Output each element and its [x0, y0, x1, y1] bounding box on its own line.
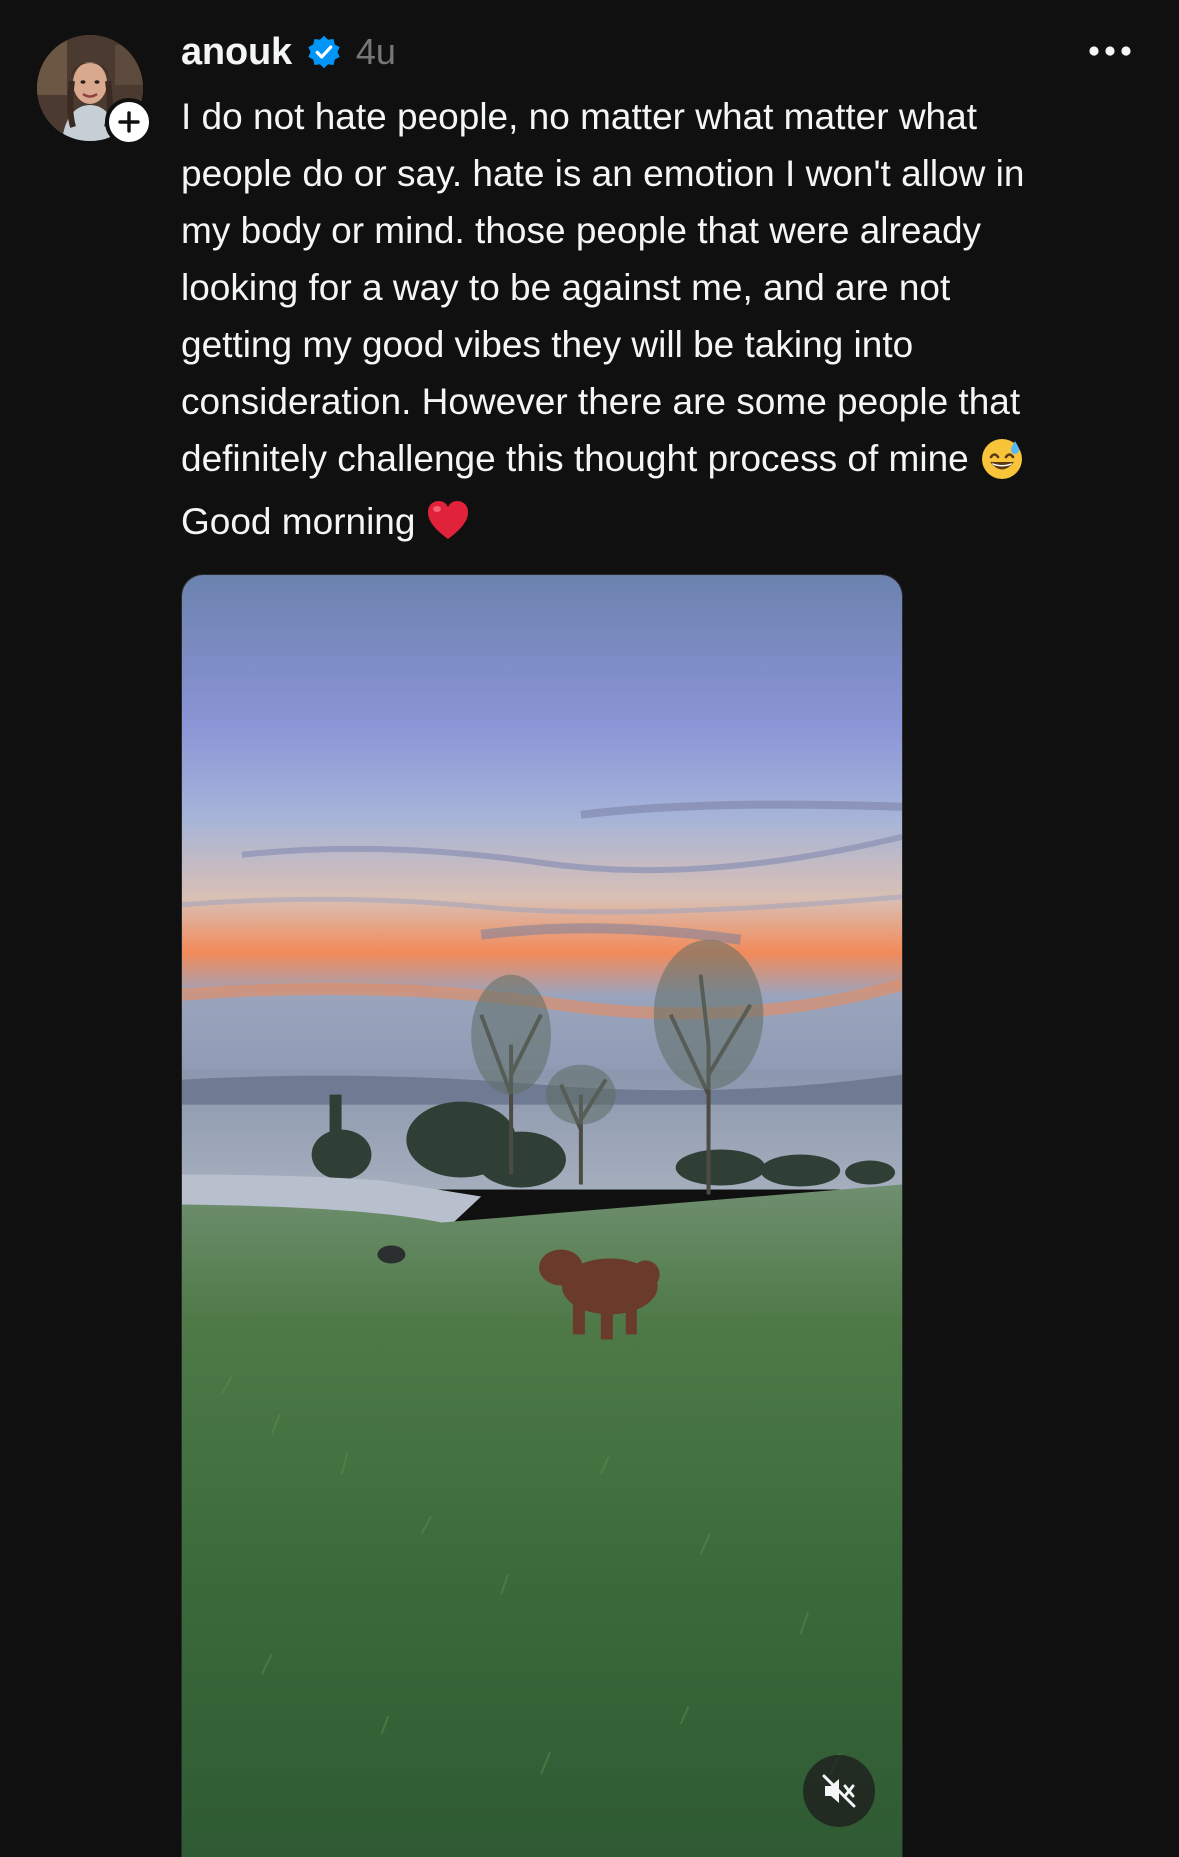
- red-heart-emoji: [425, 498, 471, 544]
- verified-badge-icon: [306, 34, 342, 70]
- more-options-button[interactable]: [1085, 36, 1135, 66]
- follow-button[interactable]: [105, 98, 153, 146]
- thread-post: anouk 4u I do not hate people, no matter…: [0, 0, 1179, 1857]
- grinning-face-with-sweat-emoji: [979, 435, 1025, 481]
- plus-icon: [118, 111, 140, 133]
- post-caption: I do not hate people, no matter what mat…: [181, 88, 1141, 550]
- caption-greeting: Good morning: [181, 501, 416, 542]
- video-frame: [182, 575, 902, 1857]
- username[interactable]: anouk: [181, 31, 292, 74]
- post-video[interactable]: [181, 574, 903, 1857]
- mute-toggle-button[interactable]: [803, 1755, 875, 1827]
- post-header: anouk 4u: [181, 28, 396, 76]
- speaker-muted-icon: [822, 1774, 856, 1808]
- caption-text: I do not hate people, no matter what mat…: [181, 96, 1025, 479]
- post-timestamp: 4u: [355, 31, 396, 72]
- more-horizontal-icon: [1089, 46, 1131, 56]
